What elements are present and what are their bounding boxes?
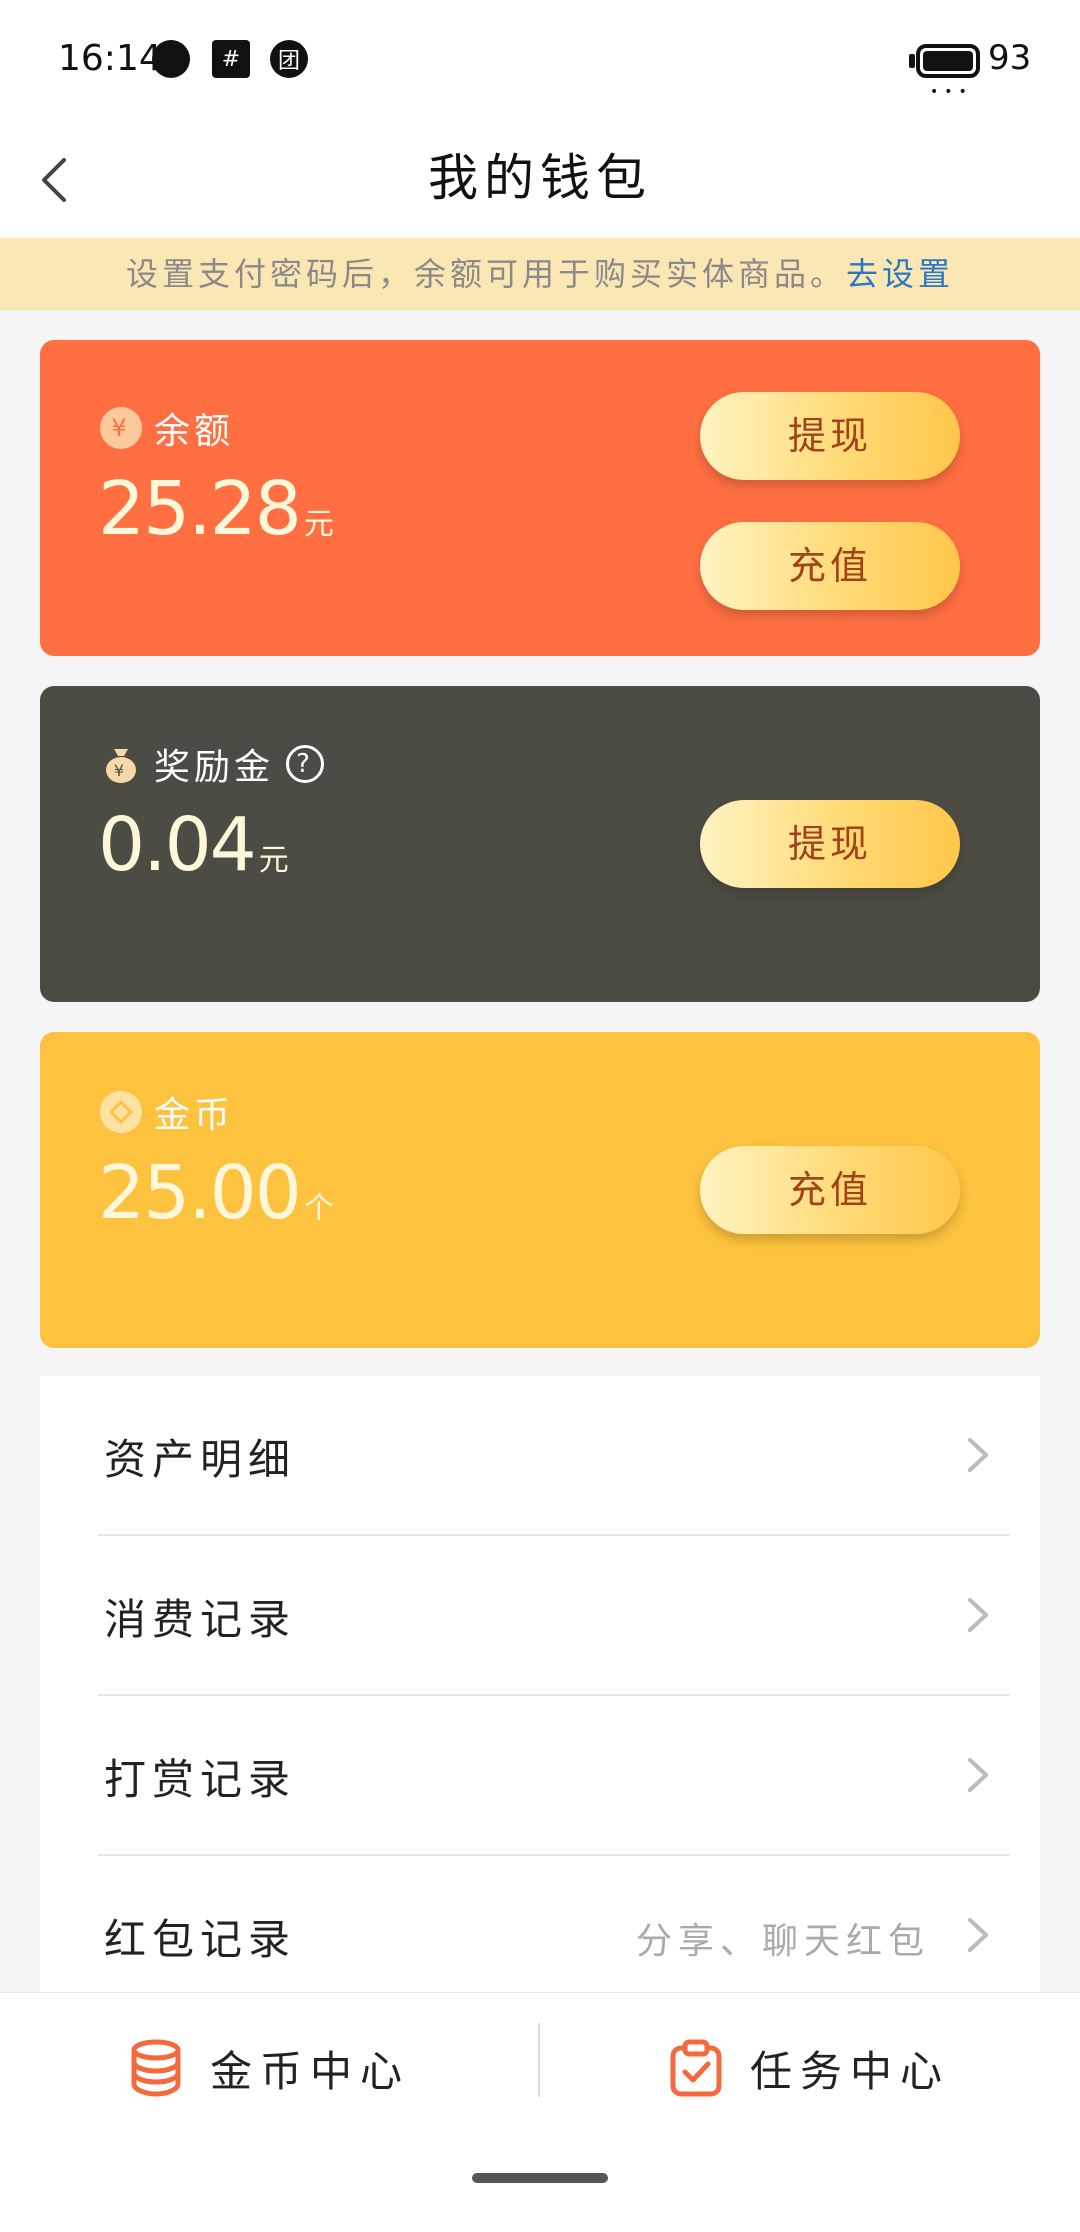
tab-task-center[interactable]: 任务中心 bbox=[668, 2023, 950, 2113]
menu-item-consumption-records[interactable]: 消费记录 bbox=[40, 1536, 1040, 1694]
reward-label: ¥ 奖励金 ? bbox=[100, 738, 325, 790]
yuan-icon: ¥ bbox=[100, 407, 142, 449]
balance-label: ¥ 余额 bbox=[100, 402, 234, 454]
chevron-right-icon bbox=[968, 1918, 988, 1952]
red-packet-hint: 分享、聊天红包 bbox=[635, 1921, 930, 1962]
menu-list: 资产明细 消费记录 打赏记录 红包记录 分享、聊天红包 bbox=[40, 1376, 1040, 1996]
menu-item-asset-details[interactable]: 资产明细 bbox=[40, 1376, 1040, 1534]
chevron-right-icon bbox=[968, 1438, 988, 1472]
bottom-tab-bar: 金币中心 任务中心 bbox=[0, 1992, 1080, 2232]
svg-text:¥: ¥ bbox=[114, 761, 128, 780]
page-title: 我的钱包 bbox=[428, 149, 652, 207]
reward-withdraw-button[interactable]: 提现 bbox=[700, 800, 960, 888]
clipboard-check-icon bbox=[670, 2039, 722, 2097]
reward-card: ¥ 奖励金 ? 0.04 元 提现 bbox=[40, 686, 1040, 1002]
menu-item-red-packet-records[interactable]: 红包记录 分享、聊天红包 bbox=[40, 1856, 1040, 2014]
battery-tip bbox=[909, 54, 915, 68]
group-icon: 团 bbox=[270, 40, 308, 78]
status-bar: 16:14 # 团 ••• 93 bbox=[0, 0, 1080, 120]
help-icon[interactable]: ? bbox=[286, 745, 325, 783]
balance-withdraw-button[interactable]: 提现 bbox=[700, 392, 960, 480]
balance-recharge-button[interactable]: 充值 bbox=[700, 522, 960, 610]
chevron-right-icon bbox=[968, 1598, 988, 1632]
coin-icon bbox=[100, 1091, 142, 1133]
balance-amount: 25.28 元 bbox=[98, 466, 334, 552]
message-icon bbox=[152, 40, 190, 78]
reward-amount: 0.04 元 bbox=[98, 802, 289, 888]
coin-card: 金币 25.00 个 充值 bbox=[40, 1032, 1040, 1348]
balance-card: ¥ 余额 25.28 元 提现 充值 bbox=[40, 340, 1040, 656]
money-bag-icon: ¥ bbox=[106, 749, 136, 783]
menu-item-tip-records[interactable]: 打赏记录 bbox=[40, 1696, 1040, 1854]
tab-divider bbox=[538, 2023, 540, 2097]
coin-label: 金币 bbox=[100, 1086, 234, 1138]
notice-text: 设置支付密码后，余额可用于购买实体商品。 bbox=[125, 255, 846, 293]
tab-coin-center[interactable]: 金币中心 bbox=[128, 2023, 410, 2113]
payment-password-notice: 设置支付密码后，余额可用于购买实体商品。去设置 bbox=[0, 238, 1080, 310]
battery-level: 93 bbox=[988, 38, 1032, 78]
hash-icon: # bbox=[212, 40, 250, 78]
go-setup-link[interactable]: 去设置 bbox=[846, 255, 954, 293]
chevron-right-icon bbox=[968, 1758, 988, 1792]
status-time: 16:14 bbox=[58, 38, 162, 79]
coin-amount: 25.00 个 bbox=[98, 1150, 334, 1236]
battery-icon bbox=[916, 44, 980, 78]
coin-recharge-button[interactable]: 充值 bbox=[700, 1146, 960, 1234]
signal-dots: ••• bbox=[930, 84, 973, 100]
coin-stack-icon bbox=[131, 2039, 181, 2097]
home-indicator[interactable] bbox=[472, 2173, 608, 2183]
